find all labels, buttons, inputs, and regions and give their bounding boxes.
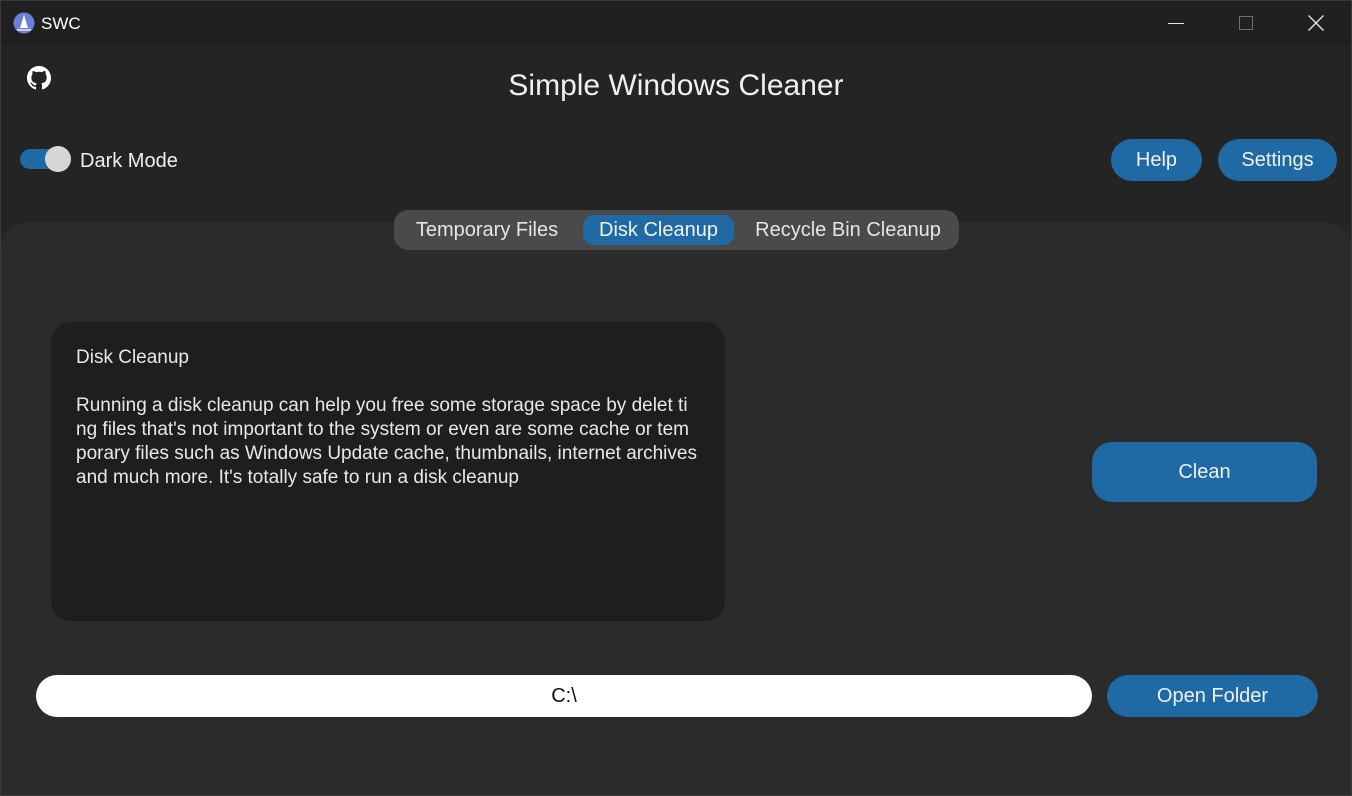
dark-mode-label[interactable]: Dark Mode xyxy=(80,149,178,173)
title-bar[interactable]: SWC xyxy=(1,1,1351,45)
help-button[interactable]: Help xyxy=(1111,139,1202,181)
info-textbox[interactable]: Disk Cleanup Running a disk cleanup can … xyxy=(51,322,725,621)
dark-mode-switch[interactable] xyxy=(20,145,72,173)
close-button[interactable] xyxy=(1281,1,1351,45)
app-title: Simple Windows Cleaner xyxy=(508,69,844,102)
app-window: SWC Simple Windows Cleaner Dark Mode Hel… xyxy=(0,0,1352,796)
open-folder-button[interactable]: Open Folder xyxy=(1107,675,1318,717)
close-icon xyxy=(1308,15,1324,31)
tab-disk-cleanup[interactable]: Disk Cleanup xyxy=(583,215,734,245)
tab-temporary-files[interactable]: Temporary Files xyxy=(406,215,568,245)
switch-knob xyxy=(45,146,71,172)
minimize-button[interactable] xyxy=(1141,1,1211,45)
window-title: SWC xyxy=(41,14,81,33)
settings-button[interactable]: Settings xyxy=(1218,139,1337,181)
path-input[interactable] xyxy=(36,675,1092,717)
app-logo-icon xyxy=(13,12,35,34)
clean-button[interactable]: Clean xyxy=(1092,442,1317,502)
maximize-icon xyxy=(1239,16,1253,30)
info-body: Running a disk cleanup can help you free… xyxy=(76,395,697,488)
tab-recycle-bin-cleanup[interactable]: Recycle Bin Cleanup xyxy=(746,215,950,245)
minimize-icon xyxy=(1168,23,1184,24)
info-heading: Disk Cleanup xyxy=(76,347,189,368)
tab-bar: Temporary Files Disk Cleanup Recycle Bin… xyxy=(394,210,959,250)
maximize-button[interactable] xyxy=(1211,1,1281,45)
